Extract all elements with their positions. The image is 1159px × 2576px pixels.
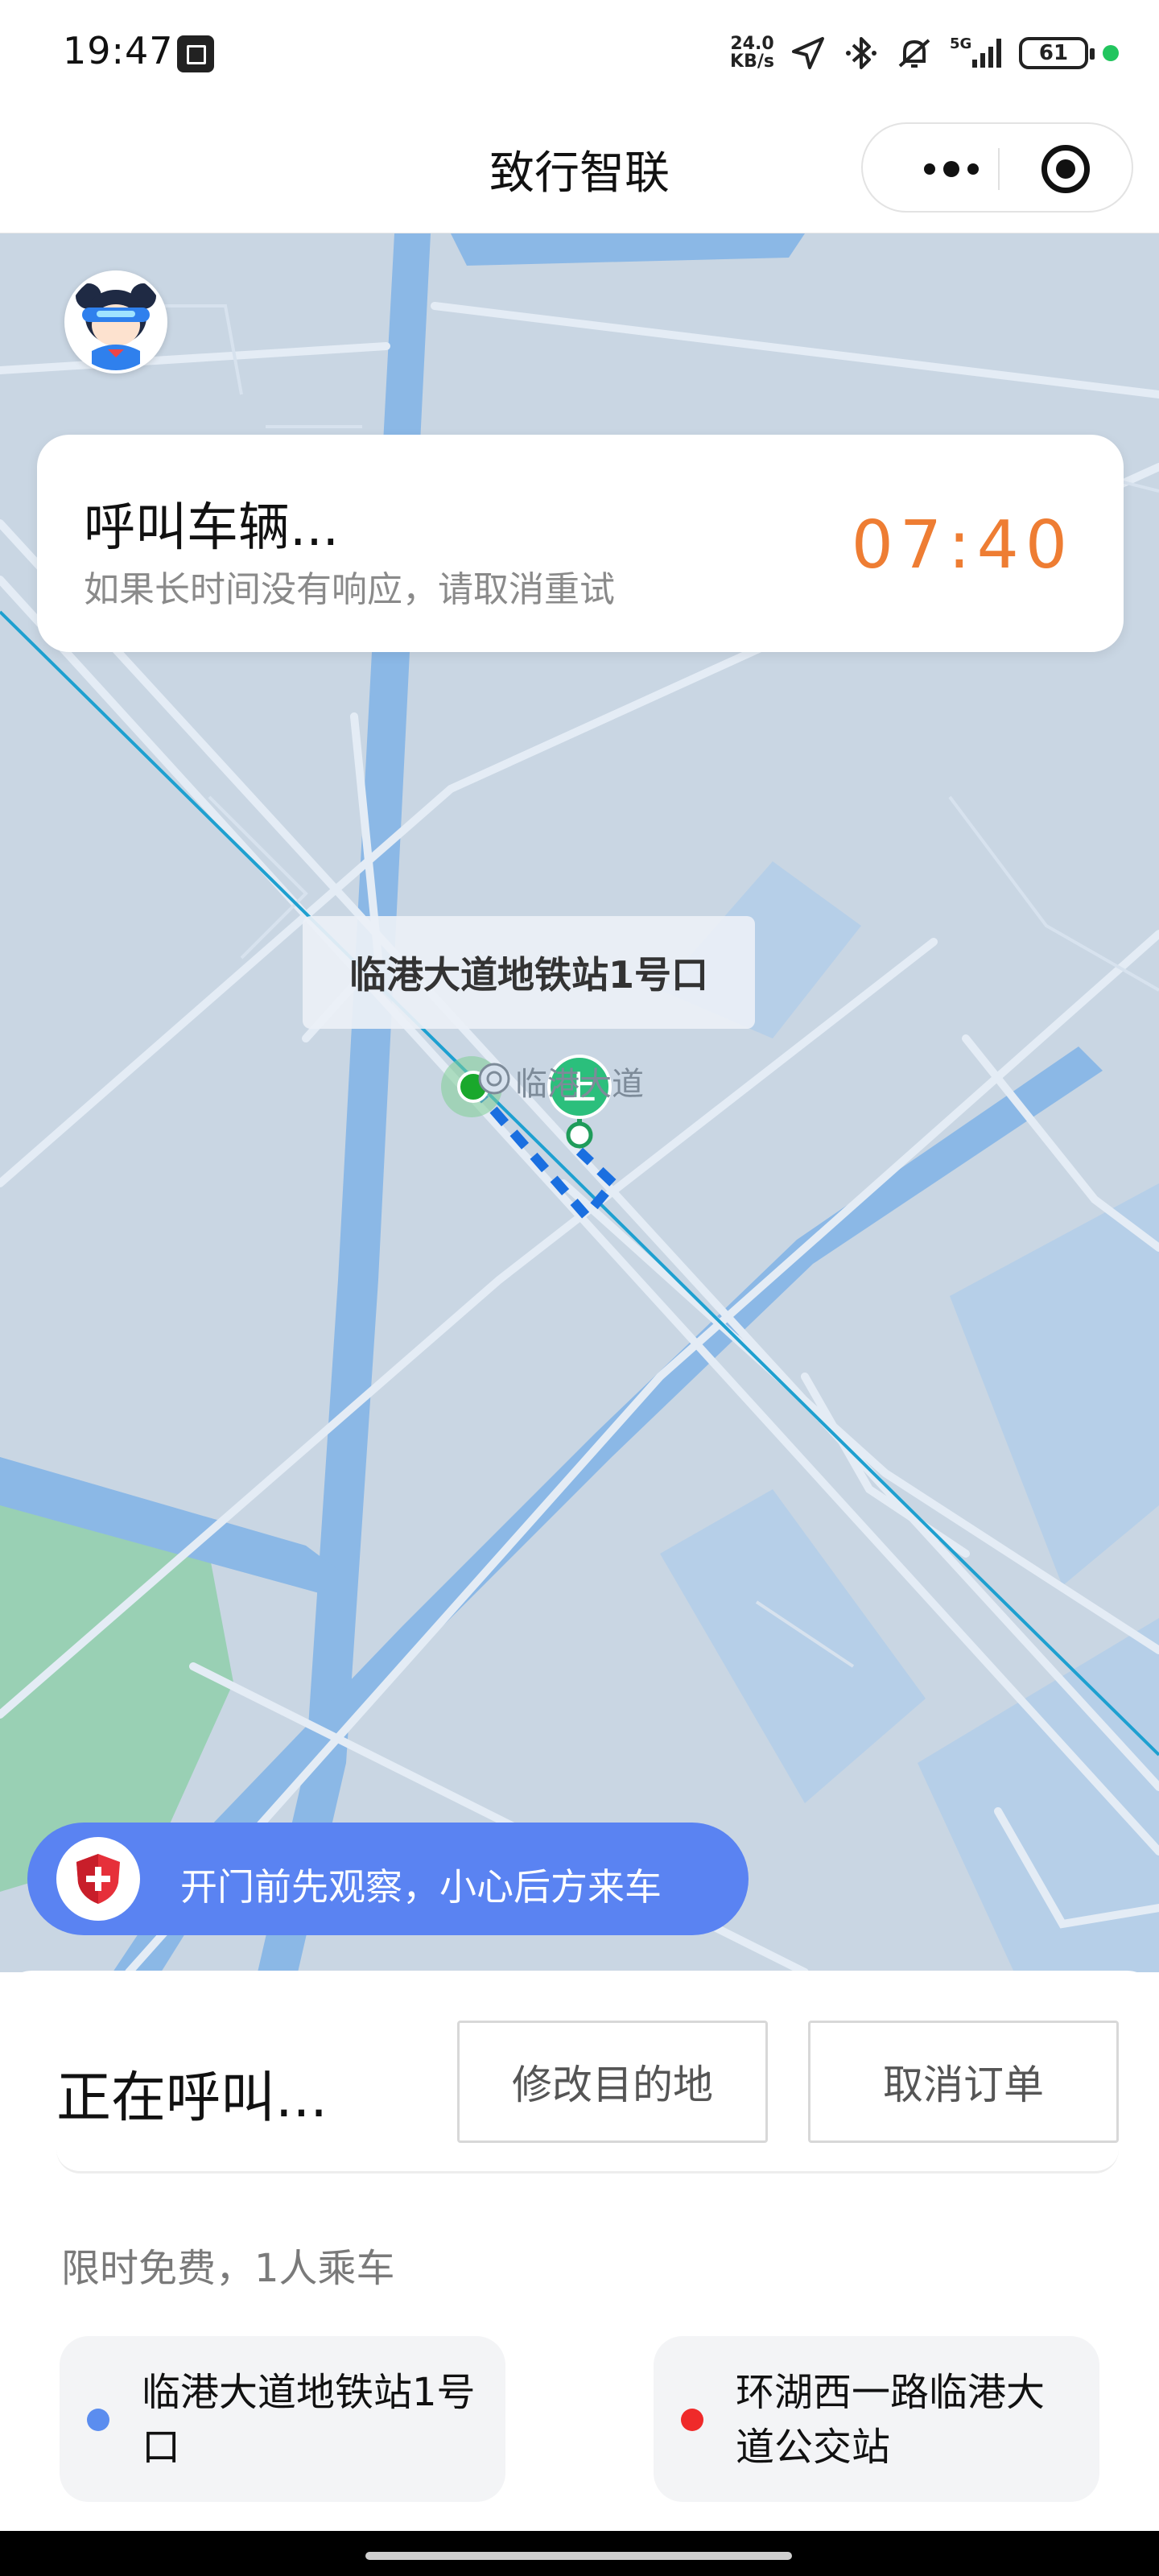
assistant-avatar[interactable] (64, 270, 167, 374)
network-speed-unit: KB/s (730, 52, 774, 72)
road-name-label: 临港大道 (515, 1066, 644, 1103)
robot-mascot-icon (69, 275, 163, 370)
battery-icon: 61 (1019, 37, 1095, 69)
pickup-location-label[interactable]: 临港大道地铁站1号口 (303, 916, 755, 1029)
notification-icon (177, 35, 214, 72)
battery-level: 61 (1038, 41, 1069, 65)
calling-title: 呼叫车辆... (84, 498, 340, 558)
order-panel: 正在呼叫... 修改目的地 取消订单 限时免费，1人乘车 临港大道地铁站1号口 … (0, 1971, 1159, 2531)
start-stop-card[interactable]: 临港大道地铁站1号口 (60, 2336, 505, 2502)
end-stop-card[interactable]: 环湖西一路临港大道公交站 (654, 2336, 1099, 2502)
mini-program-capsule (861, 122, 1133, 213)
calling-subtitle: 如果长时间没有响应，请取消重试 (84, 569, 615, 610)
status-icons: 24.0 KB/s 5G 61 (730, 29, 1119, 77)
privacy-indicator (1103, 45, 1119, 61)
modify-destination-button[interactable]: 修改目的地 (457, 2021, 768, 2143)
fare-note: 限时免费，1人乘车 (61, 2246, 395, 2291)
status-time: 19:47 (63, 29, 174, 72)
calling-status-card: 呼叫车辆... 如果长时间没有响应，请取消重试 07:40 (37, 435, 1124, 652)
system-navigation-bar (0, 2531, 1159, 2576)
start-dot-icon (87, 2409, 109, 2431)
location-icon (792, 37, 824, 69)
safety-tip-banner[interactable]: 开门前先观察，小心后方来车 (27, 1823, 749, 1935)
start-stop-name: 临港大道地铁站1号口 (142, 2370, 476, 2470)
shield-plus-icon (56, 1837, 140, 1921)
capsule-divider (998, 148, 1000, 190)
calling-timer: 07:40 (851, 507, 1074, 584)
target-close-icon[interactable] (1041, 145, 1090, 193)
title-bar: 致行智联 (0, 106, 1159, 233)
home-gesture-handle[interactable] (365, 2552, 792, 2560)
mute-icon (898, 39, 930, 68)
safety-tip-text: 开门前先观察，小心后方来车 (180, 1865, 662, 1909)
signal-icon: 5G (950, 35, 1001, 68)
end-dot-icon (681, 2409, 703, 2431)
more-dots-icon[interactable] (903, 147, 1000, 192)
order-status-text: 正在呼叫... (56, 2066, 328, 2130)
cancel-order-button[interactable]: 取消订单 (808, 2021, 1119, 2143)
network-speed-value: 24.0 (730, 34, 774, 54)
end-stop-name: 环湖西一路临港大道公交站 (736, 2370, 1046, 2470)
network-speed: 24.0 KB/s (730, 35, 774, 71)
bluetooth-icon (846, 37, 876, 69)
status-bar: 19:47 24.0 KB/s 5G 61 (0, 0, 1159, 106)
order-actions-row: 正在呼叫... 修改目的地 取消订单 (56, 1971, 1119, 2174)
network-type: 5G (950, 35, 971, 52)
